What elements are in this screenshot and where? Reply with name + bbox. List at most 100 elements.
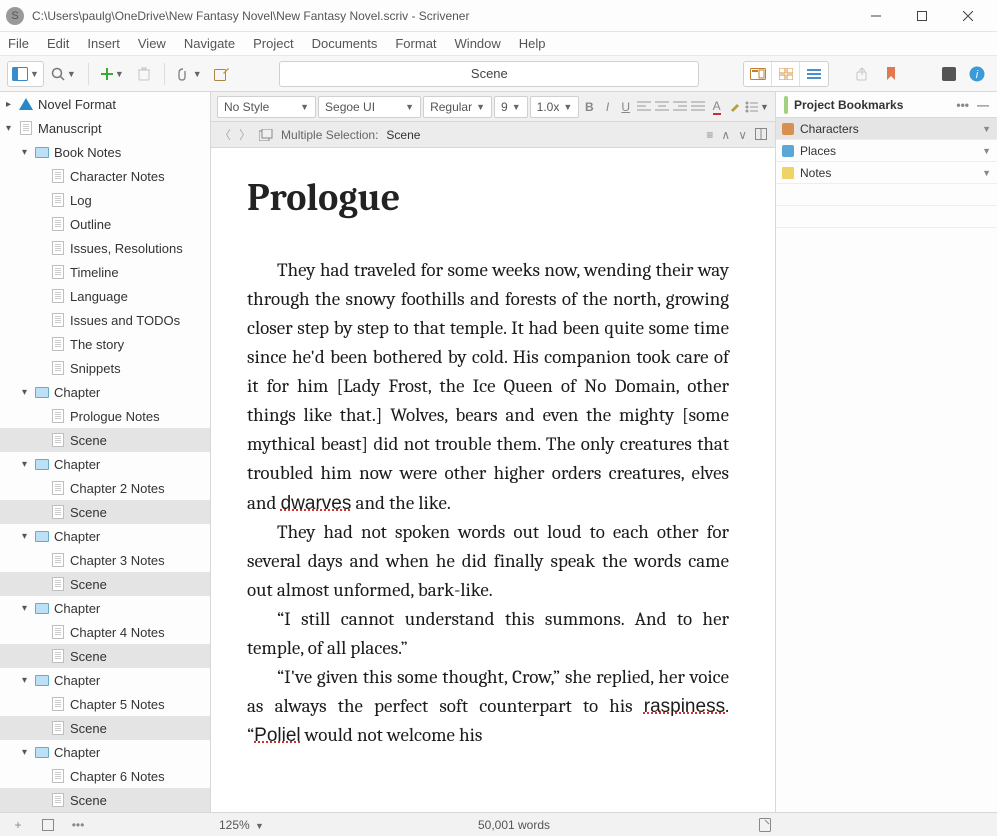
down-icon[interactable]: ∨ [738, 128, 747, 142]
underline-button[interactable]: U [618, 96, 634, 118]
add-button[interactable]: ▼ [96, 61, 129, 87]
font-select[interactable]: Segoe UI▼ [318, 96, 421, 118]
nav-fwd-button[interactable]: 〉 [239, 126, 251, 143]
binder-item[interactable]: Chapter 5 Notes [0, 692, 210, 716]
binder-label: Character Notes [70, 169, 165, 184]
align-left-button[interactable] [636, 96, 652, 118]
fullscreen-button[interactable] [936, 61, 962, 87]
binder-item[interactable]: Chapter 2 Notes [0, 476, 210, 500]
binder-item[interactable]: ▾Book Notes [0, 140, 210, 164]
binder-toggle-button[interactable]: ▼ [7, 61, 44, 87]
binder-label: Chapter 4 Notes [70, 625, 165, 640]
inspector-panel: Project Bookmarks •••— Characters▼Places… [775, 92, 997, 812]
align-right-button[interactable] [672, 96, 688, 118]
align-center-button[interactable] [654, 96, 670, 118]
binder-item[interactable]: The story [0, 332, 210, 356]
menu-window[interactable]: Window [455, 36, 501, 51]
binder-item[interactable]: ▾Manuscript [0, 116, 210, 140]
binder-item[interactable]: Language [0, 284, 210, 308]
menu-navigate[interactable]: Navigate [184, 36, 235, 51]
binder-item[interactable]: ▾Chapter [0, 524, 210, 548]
doc-icon [50, 696, 66, 712]
binder-item[interactable]: Scene [0, 500, 210, 524]
trash-button[interactable] [131, 61, 157, 87]
binder-item[interactable]: Timeline [0, 260, 210, 284]
split-icon[interactable] [755, 128, 767, 142]
list-button[interactable]: ▼ [745, 96, 769, 118]
view-single-button[interactable] [744, 62, 772, 86]
italic-button[interactable]: I [599, 96, 615, 118]
menu-format[interactable]: Format [395, 36, 436, 51]
menu-insert[interactable]: Insert [87, 36, 120, 51]
font-weight-select[interactable]: Regular▼ [423, 96, 492, 118]
status-bar: + ••• 125% ▼ 50,001 words [0, 812, 997, 836]
bookmark-button[interactable] [878, 61, 904, 87]
binder-item[interactable]: Issues, Resolutions [0, 236, 210, 260]
item-options-button[interactable] [38, 819, 58, 831]
binder-item[interactable]: Issues and TODOs [0, 308, 210, 332]
binder-item[interactable]: Outline [0, 212, 210, 236]
binder-item[interactable]: Log [0, 188, 210, 212]
menu-edit[interactable]: Edit [47, 36, 69, 51]
editor-area[interactable]: PrologueThey had traveled for some weeks… [211, 148, 775, 812]
binder-item[interactable]: Scene [0, 644, 210, 668]
view-outline-button[interactable] [800, 62, 828, 86]
binder-item[interactable]: Character Notes [0, 164, 210, 188]
more-button[interactable]: ••• [68, 818, 88, 832]
bookmark-label: Places [800, 144, 836, 158]
font-size-select[interactable]: 9▼ [494, 96, 528, 118]
binder-item[interactable]: Scene [0, 572, 210, 596]
document-title-field[interactable]: Scene [279, 61, 699, 87]
zoom-select[interactable]: 125% ▼ [211, 818, 273, 832]
menu-documents[interactable]: Documents [312, 36, 378, 51]
search-button[interactable]: ▼ [46, 61, 81, 87]
inspector-menu-button[interactable]: ••• [956, 98, 969, 112]
binder-item[interactable]: Snippets [0, 356, 210, 380]
menu-view[interactable]: View [138, 36, 166, 51]
bold-button[interactable]: B [581, 96, 597, 118]
folder-icon [34, 144, 50, 160]
close-button[interactable] [945, 0, 991, 32]
view-cork-button[interactable] [772, 62, 800, 86]
menu-file[interactable]: File [8, 36, 29, 51]
text-color-button[interactable]: A [709, 96, 725, 118]
binder-item[interactable]: Prologue Notes [0, 404, 210, 428]
highlight-button[interactable] [727, 96, 743, 118]
binder-item[interactable]: Chapter 4 Notes [0, 620, 210, 644]
add-item-button[interactable]: + [8, 818, 28, 832]
folder-icon [34, 600, 50, 616]
bookmark-item[interactable]: Characters▼ [776, 118, 997, 140]
binder-item[interactable]: ▾Chapter [0, 740, 210, 764]
binder-item[interactable]: Scene [0, 716, 210, 740]
bookmark-item[interactable]: Places▼ [776, 140, 997, 162]
share-button[interactable] [850, 61, 876, 87]
binder-panel[interactable]: ▸Novel Format▾Manuscript▾Book Notes Chara… [0, 92, 211, 812]
binder-item[interactable]: Chapter 3 Notes [0, 548, 210, 572]
info-button[interactable]: i [964, 61, 990, 87]
binder-item[interactable]: ▾Chapter [0, 380, 210, 404]
inspector-collapse-button[interactable]: — [977, 98, 989, 112]
binder-item[interactable]: Scene [0, 788, 210, 812]
binder-label: Scene [70, 577, 107, 592]
line-spacing-select[interactable]: 1.0x▼ [530, 96, 580, 118]
minimize-button[interactable] [853, 0, 899, 32]
style-select[interactable]: No Style▼ [217, 96, 316, 118]
attach-button[interactable]: ▼ [172, 61, 207, 87]
compose-button[interactable] [209, 61, 235, 87]
binder-item[interactable]: Scene [0, 428, 210, 452]
binder-item[interactable]: ▾Chapter [0, 596, 210, 620]
up-icon[interactable]: ∧ [721, 128, 730, 142]
compose-mode-button[interactable] [755, 818, 775, 832]
bookmark-item[interactable]: Notes▼ [776, 162, 997, 184]
list-icon[interactable]: ≡ [706, 128, 713, 142]
binder-item[interactable]: ▾Chapter [0, 452, 210, 476]
menu-help[interactable]: Help [519, 36, 546, 51]
binder-item[interactable]: ▾Chapter [0, 668, 210, 692]
menu-project[interactable]: Project [253, 36, 293, 51]
maximize-button[interactable] [899, 0, 945, 32]
binder-item[interactable]: Chapter 6 Notes [0, 764, 210, 788]
align-justify-button[interactable] [690, 96, 706, 118]
binder-item[interactable]: ▸Novel Format [0, 92, 210, 116]
nav-back-button[interactable]: 〈 [219, 126, 231, 143]
paragraph: They had not spoken words out loud to ea… [247, 518, 729, 605]
